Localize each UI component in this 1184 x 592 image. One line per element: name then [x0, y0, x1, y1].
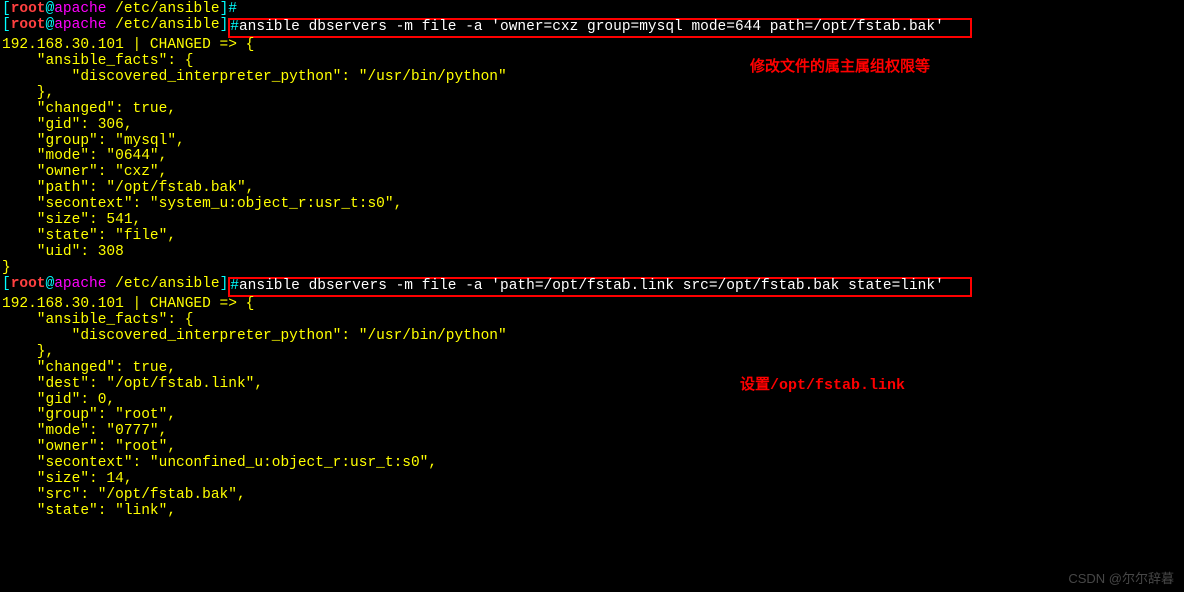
- out1-uid: "uid": 308: [2, 245, 1182, 261]
- out2-header: 192.168.30.101 | CHANGED => {: [2, 297, 1182, 313]
- out2-group: "group": "root",: [2, 408, 1182, 424]
- annotation-1: 修改文件的属主属组权限等: [750, 60, 930, 77]
- command-2[interactable]: ansible dbservers -m file -a 'path=/opt/…: [239, 278, 944, 294]
- out2-secontext: "secontext": "unconfined_u:object_r:usr_…: [2, 456, 1182, 472]
- command-1-box: #ansible dbservers -m file -a 'owner=cxz…: [228, 18, 972, 38]
- prompt-path: /etc/ansible: [115, 1, 219, 17]
- out1-disc: "discovered_interpreter_python": "/usr/b…: [2, 70, 1182, 86]
- prompt-host: apache: [54, 1, 106, 17]
- out1-facts-open: "ansible_facts": {: [2, 54, 1182, 70]
- command-2-box: #ansible dbservers -m file -a 'path=/opt…: [228, 277, 972, 297]
- out2-facts-close: },: [2, 345, 1182, 361]
- out2-gid: "gid": 0,: [2, 393, 1182, 409]
- out1-path: "path": "/opt/fstab.bak",: [2, 181, 1182, 197]
- out1-header: 192.168.30.101 | CHANGED => {: [2, 38, 1182, 54]
- out2-facts-open: "ansible_facts": {: [2, 313, 1182, 329]
- watermark: CSDN @尔尔辞暮: [1068, 572, 1174, 586]
- out1-size: "size": 541,: [2, 213, 1182, 229]
- annotation-2: 设置/opt/fstab.link: [740, 378, 905, 395]
- out2-state: "state": "link",: [2, 504, 1182, 520]
- out2-size: "size": 14,: [2, 472, 1182, 488]
- prompt-user: root: [11, 1, 46, 17]
- out2-changed: "changed": true,: [2, 361, 1182, 377]
- out2-disc: "discovered_interpreter_python": "/usr/b…: [2, 329, 1182, 345]
- out1-group: "group": "mysql",: [2, 134, 1182, 150]
- out1-changed: "changed": true,: [2, 102, 1182, 118]
- out1-facts-close: },: [2, 86, 1182, 102]
- out1-owner: "owner": "cxz",: [2, 165, 1182, 181]
- out2-owner: "owner": "root",: [2, 440, 1182, 456]
- command-1[interactable]: ansible dbservers -m file -a 'owner=cxz …: [239, 19, 944, 35]
- terminal-output: [root@apache /etc/ansible]# [root@apache…: [2, 2, 1182, 520]
- out2-mode: "mode": "0777",: [2, 424, 1182, 440]
- out1-gid: "gid": 306,: [2, 118, 1182, 134]
- out1-state: "state": "file",: [2, 229, 1182, 245]
- out2-dest: "dest": "/opt/fstab.link",: [2, 377, 1182, 393]
- out1-secontext: "secontext": "system_u:object_r:usr_t:s0…: [2, 197, 1182, 213]
- out1-close: }: [2, 261, 1182, 277]
- out1-mode: "mode": "0644",: [2, 149, 1182, 165]
- out2-src: "src": "/opt/fstab.bak",: [2, 488, 1182, 504]
